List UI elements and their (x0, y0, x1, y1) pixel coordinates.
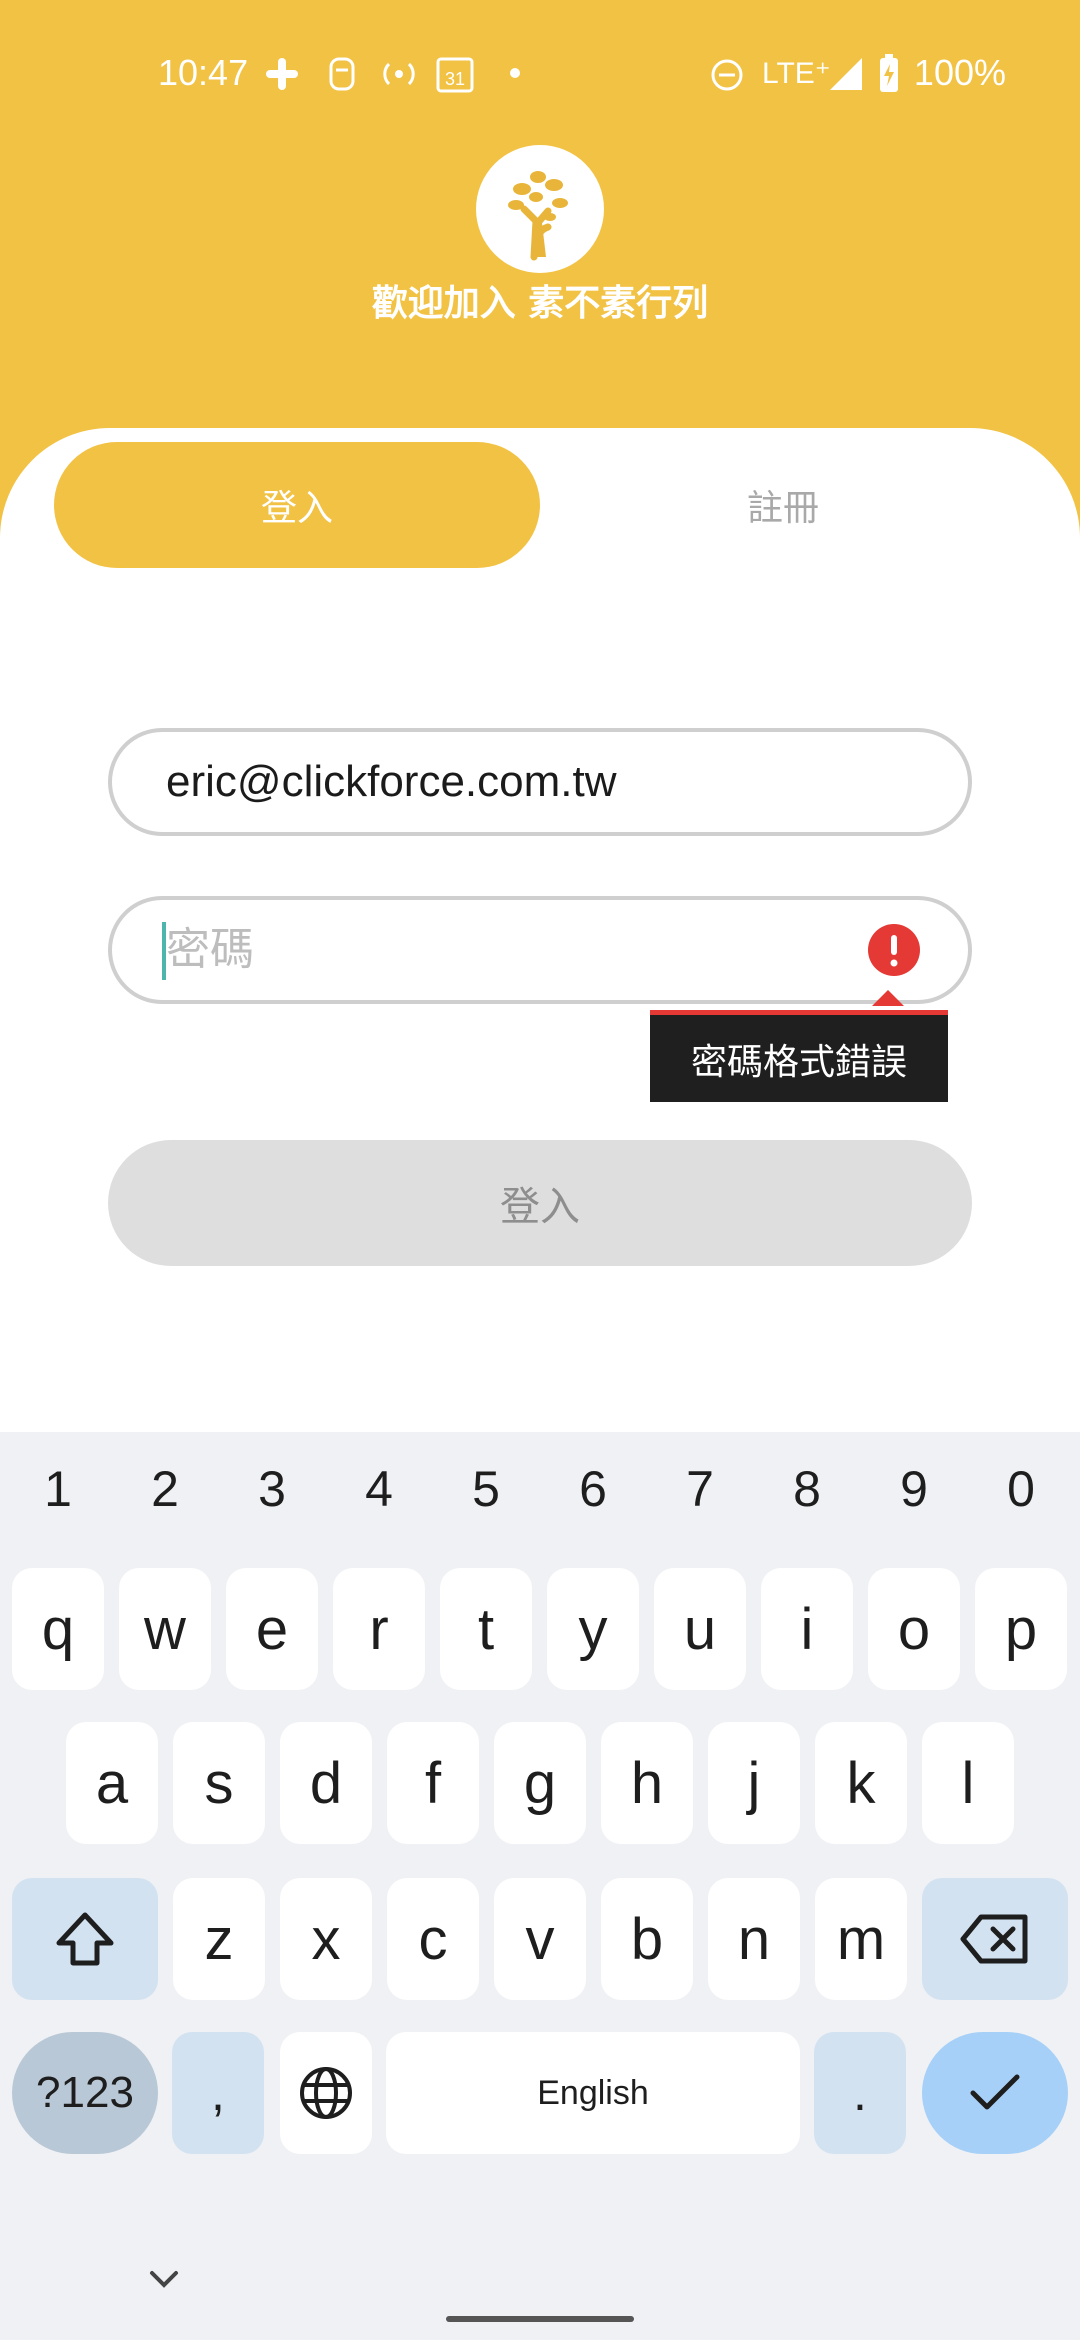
key-a[interactable]: a (66, 1722, 158, 1844)
key-i[interactable]: i (761, 1568, 853, 1690)
key-m[interactable]: m (815, 1878, 907, 2000)
email-value: eric@clickforce.com.tw (166, 757, 617, 806)
login-button[interactable]: 登入 (108, 1140, 972, 1266)
app-logo (476, 145, 604, 273)
globe-icon (300, 2067, 352, 2119)
symbols-key[interactable]: ?123 (12, 2032, 158, 2154)
key-o[interactable]: o (868, 1568, 960, 1690)
error-tooltip: 密碼格式錯誤 (650, 1010, 948, 1102)
checkmark-icon (970, 2074, 1020, 2110)
key-n[interactable]: n (708, 1878, 800, 2000)
collapse-keyboard-icon[interactable] (140, 2255, 188, 2303)
key-1[interactable]: 1 (8, 1460, 108, 1518)
key-2[interactable]: 2 (115, 1460, 215, 1518)
key-0[interactable]: 0 (971, 1460, 1071, 1518)
comma-key[interactable]: , (172, 2032, 264, 2154)
key-b[interactable]: b (601, 1878, 693, 2000)
key-5[interactable]: 5 (436, 1460, 536, 1518)
period-key[interactable]: . (814, 2032, 906, 2154)
email-field[interactable]: eric@clickforce.com.tw (108, 728, 972, 836)
password-field[interactable]: 密碼 (108, 896, 972, 1004)
key-v[interactable]: v (494, 1878, 586, 2000)
key-e[interactable]: e (226, 1568, 318, 1690)
tooltip-pointer (872, 990, 904, 1006)
key-y[interactable]: y (547, 1568, 639, 1690)
shift-icon (56, 1912, 114, 1966)
key-p[interactable]: p (975, 1568, 1067, 1690)
key-l[interactable]: l (922, 1722, 1014, 1844)
key-d[interactable]: d (280, 1722, 372, 1844)
status-bar: 10:47 31 LTE⁺ 100% (0, 0, 1080, 145)
password-placeholder: 密碼 (166, 924, 254, 975)
language-key[interactable] (280, 2032, 372, 2154)
key-f[interactable]: f (387, 1722, 479, 1844)
svg-text:31: 31 (445, 69, 465, 89)
tree-icon (508, 171, 568, 261)
key-6[interactable]: 6 (543, 1460, 643, 1518)
done-key[interactable] (922, 2032, 1068, 2154)
key-u[interactable]: u (654, 1568, 746, 1690)
error-icon[interactable] (868, 924, 920, 976)
signal-icon (830, 58, 862, 90)
backspace-key[interactable] (922, 1878, 1068, 2000)
slack-icon (266, 58, 298, 90)
key-3[interactable]: 3 (222, 1460, 322, 1518)
notification-icon (329, 57, 355, 91)
key-h[interactable]: h (601, 1722, 693, 1844)
do-not-disturb-icon (711, 59, 743, 91)
network-type: LTE⁺ (762, 57, 831, 90)
backspace-icon (960, 1914, 1028, 1964)
key-c[interactable]: c (387, 1878, 479, 2000)
space-key[interactable]: English (386, 2032, 800, 2154)
key-t[interactable]: t (440, 1568, 532, 1690)
gesture-nav-handle[interactable] (446, 2316, 634, 2322)
key-8[interactable]: 8 (757, 1460, 857, 1518)
tab-login[interactable]: 登入 (54, 442, 540, 568)
key-k[interactable]: k (815, 1722, 907, 1844)
battery-percent: 100% (913, 52, 1006, 93)
key-j[interactable]: j (708, 1722, 800, 1844)
calendar-icon: 31 (436, 57, 474, 93)
key-z[interactable]: z (173, 1878, 265, 2000)
key-x[interactable]: x (280, 1878, 372, 2000)
key-r[interactable]: r (333, 1568, 425, 1690)
shift-key[interactable] (12, 1878, 158, 2000)
key-7[interactable]: 7 (650, 1460, 750, 1518)
battery-charging-icon (880, 54, 898, 92)
hotspot-icon (383, 62, 415, 86)
status-time: 10:47 (158, 52, 249, 93)
dot-icon (510, 68, 520, 78)
tab-register[interactable]: 註冊 (540, 442, 1026, 568)
key-g[interactable]: g (494, 1722, 586, 1844)
key-9[interactable]: 9 (864, 1460, 964, 1518)
key-w[interactable]: w (119, 1568, 211, 1690)
welcome-title: 歡迎加入 素不素行列 (371, 283, 709, 324)
key-4[interactable]: 4 (329, 1460, 429, 1518)
key-q[interactable]: q (12, 1568, 104, 1690)
key-s[interactable]: s (173, 1722, 265, 1844)
keyboard-number-row: 1 2 3 4 5 6 7 8 9 0 (0, 1460, 1080, 1530)
